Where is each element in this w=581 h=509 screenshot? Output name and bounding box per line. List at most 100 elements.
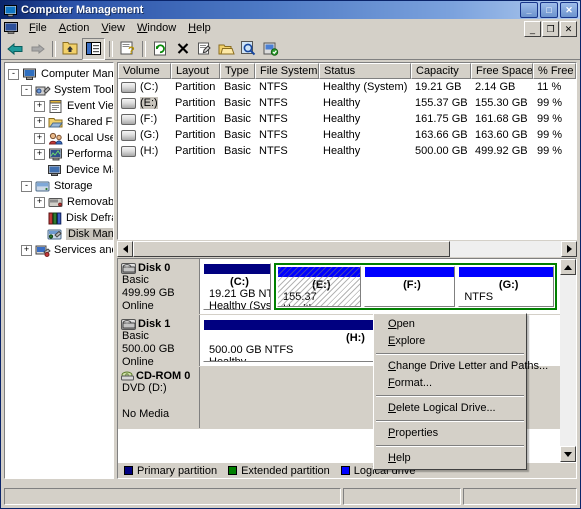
partition-block[interactable]: (F:) xyxy=(363,266,456,307)
menu-view[interactable]: View xyxy=(95,20,131,36)
partition-block[interactable]: (C:) 19.21 GB NTI Healthy (Sys xyxy=(203,263,271,310)
context-menu-item-help[interactable]: Help xyxy=(374,450,526,467)
volume-row[interactable]: (G:) Partition Basic NTFS Healthy 163.66 GB 16… xyxy=(118,127,576,143)
hscroll-track[interactable] xyxy=(133,241,561,257)
scroll-left-button[interactable] xyxy=(117,241,133,257)
context-menu-item-explore[interactable]: Explore xyxy=(374,333,526,350)
tree-item-removable-storage[interactable]: + Removable Storage xyxy=(8,194,113,210)
help-icon[interactable]: ? xyxy=(117,39,138,59)
cell-free: 163.60 GB xyxy=(475,129,528,141)
volume-list-body: (C:) Partition Basic NTFS Healthy (System) 19… xyxy=(118,79,576,159)
tree-item-label: Disk Defragmenter xyxy=(66,212,113,224)
context-menu-item-change-drive-letter-and-paths[interactable]: Change Drive Letter and Paths... xyxy=(374,358,548,375)
tree-item-performance-logs-and-alert[interactable]: + Performance Logs and Alert: xyxy=(8,146,113,162)
search-icon[interactable] xyxy=(238,39,259,59)
minimize-button[interactable]: _ xyxy=(520,2,538,18)
column-header-layout[interactable]: Layout xyxy=(171,63,220,79)
tree-expander[interactable]: + xyxy=(34,100,45,112)
back-icon[interactable] xyxy=(5,39,26,59)
context-menu-item-properties[interactable]: Properties xyxy=(374,425,526,442)
tree-expander[interactable]: - xyxy=(21,84,32,96)
disk-view-vscrollbar[interactable] xyxy=(560,259,576,462)
column-header-type[interactable]: Type xyxy=(220,63,255,79)
rescan-disks-icon[interactable] xyxy=(260,39,281,59)
tree-expander[interactable]: - xyxy=(21,180,32,192)
context-menu-item-open[interactable]: Open xyxy=(374,316,526,333)
tree-item-disk-management[interactable]: Disk Management xyxy=(8,226,114,242)
disk-header[interactable]: CD-ROM 0 DVD (D:) No Media xyxy=(118,367,200,428)
computer-icon xyxy=(22,67,38,82)
partition-label: (G:) xyxy=(498,279,519,291)
mdi-close-button[interactable]: ✕ xyxy=(560,21,577,37)
scroll-down-button[interactable] xyxy=(560,446,576,462)
menu-file[interactable]: File xyxy=(23,20,53,36)
scroll-right-button[interactable] xyxy=(561,241,577,257)
column-header-file-system[interactable]: File System xyxy=(255,63,319,79)
volume-row[interactable]: (F:) Partition Basic NTFS Healthy 161.75 GB 16… xyxy=(118,111,576,127)
hscroll-thumb[interactable] xyxy=(133,241,450,257)
partition-block[interactable]: (E:)155.37Healthy xyxy=(277,266,361,307)
column-header-free[interactable]: % Free xyxy=(533,63,576,79)
up-one-level-icon[interactable] xyxy=(60,39,81,59)
tree-item-device-manager[interactable]: Device Manager xyxy=(8,162,113,178)
toolbar-separator xyxy=(52,40,56,57)
maximize-button[interactable]: □ xyxy=(540,2,558,18)
context-menu-separator xyxy=(376,395,524,397)
mdi-minimize-button[interactable]: _ xyxy=(524,21,541,37)
tree-expander[interactable]: + xyxy=(34,148,45,160)
tree-expander[interactable]: + xyxy=(21,244,32,256)
volume-row[interactable]: (H:) Partition Basic NTFS Healthy 500.00 GB 49… xyxy=(118,143,576,159)
close-button[interactable]: ✕ xyxy=(560,2,578,18)
column-header-free-space[interactable]: Free Space xyxy=(471,63,533,79)
volume-label: (H:) xyxy=(140,145,159,157)
disk-icon xyxy=(121,262,136,274)
menu-window[interactable]: Window xyxy=(131,20,182,36)
tree-item-local-users-and-groups[interactable]: + Local Users and Groups xyxy=(8,130,113,146)
tree-expander[interactable]: + xyxy=(34,132,45,144)
tree-item-shared-folders[interactable]: + Shared Folders xyxy=(8,114,113,130)
column-header-status[interactable]: Status xyxy=(319,63,411,79)
partition-block[interactable]: (G:) NTFS xyxy=(458,266,555,307)
tree-item-services-and-applications[interactable]: + Services and Applications xyxy=(8,242,113,258)
tree-item-event-viewer[interactable]: + Event Viewer xyxy=(8,98,113,114)
tree-expander[interactable]: + xyxy=(34,116,45,128)
mdi-restore-button[interactable]: ❐ xyxy=(542,21,559,37)
context-menu-item-delete-logical-drive[interactable]: Delete Logical Drive... xyxy=(374,400,526,417)
tree-expander[interactable]: + xyxy=(34,196,45,208)
tree-item-system-tools[interactable]: - System Tools xyxy=(8,82,113,98)
system-tools-icon xyxy=(35,83,51,98)
menu-action[interactable]: Action xyxy=(53,20,96,36)
volume-row[interactable]: (C:) Partition Basic NTFS Healthy (System) 19… xyxy=(118,79,576,95)
properties-icon[interactable] xyxy=(194,39,215,59)
disk-header[interactable]: Disk 1 Basic 500.00 GB Online xyxy=(118,315,200,368)
tree-expander[interactable]: - xyxy=(8,68,19,80)
column-header-volume[interactable]: Volume xyxy=(118,63,171,79)
context-menu-item-format[interactable]: Format... xyxy=(374,375,526,392)
column-header-capacity[interactable]: Capacity xyxy=(411,63,471,79)
volume-icon xyxy=(121,129,136,141)
legend-swatch xyxy=(228,466,238,475)
status-pane-1 xyxy=(4,488,341,505)
refresh-icon[interactable] xyxy=(150,39,171,59)
open-folder-icon[interactable] xyxy=(216,39,237,59)
volume-row[interactable]: (E:) Partition Basic NTFS Healthy 155.37 GB 15… xyxy=(118,95,576,111)
toolbar: ? xyxy=(1,37,580,60)
cell-fs: NTFS xyxy=(259,97,288,109)
tree-item-storage[interactable]: - Storage xyxy=(8,178,113,194)
disk-header[interactable]: Disk 0 Basic 499.99 GB Online xyxy=(118,259,200,314)
tree-item-label: Local Users and Groups xyxy=(67,132,113,144)
disk-name-row: Disk 0 xyxy=(121,262,199,274)
svg-text:?: ? xyxy=(128,45,135,56)
volume-list-hscrollbar[interactable] xyxy=(117,241,577,257)
show-hide-console-tree-icon[interactable] xyxy=(82,37,105,60)
legend-swatch xyxy=(340,466,350,475)
tree-item-computer-management-local[interactable]: - Computer Management (Local) xyxy=(8,66,113,82)
disk-detail-line: 500.00 GB xyxy=(122,343,175,355)
extended-partition-container: (E:)155.37Healthy (F:) (G:) NTFS xyxy=(274,263,557,310)
vscroll-track[interactable] xyxy=(560,275,576,446)
menu-help[interactable]: Help xyxy=(182,20,217,36)
delete-icon[interactable] xyxy=(172,39,193,59)
tree-item-disk-defragmenter[interactable]: Disk Defragmenter xyxy=(8,210,113,226)
forward-icon[interactable] xyxy=(27,39,48,59)
scroll-up-button[interactable] xyxy=(560,259,576,275)
